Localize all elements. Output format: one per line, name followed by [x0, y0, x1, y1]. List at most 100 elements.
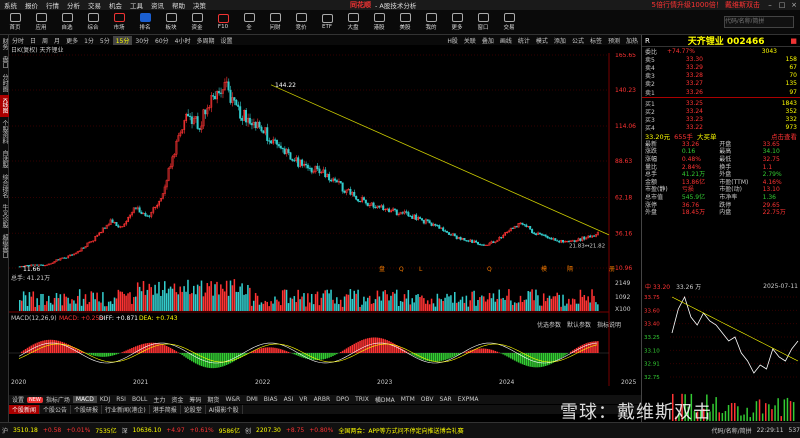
chart-tool-button[interactable]: 标签	[587, 36, 605, 45]
toolbar-button[interactable]: 板块	[160, 12, 182, 32]
menu-item[interactable]: 机会	[105, 0, 126, 10]
menu-item[interactable]: 工具	[126, 0, 147, 10]
indicator-tab[interactable]: 资金	[168, 395, 186, 404]
menu-item[interactable]: 系统	[0, 0, 21, 10]
toolbar-button[interactable]: 资金	[186, 12, 208, 32]
toolbar-button[interactable]: 港股	[368, 12, 390, 32]
indicator-tab[interactable]: ASI	[281, 396, 297, 403]
menu-item[interactable]: 交易	[84, 0, 105, 10]
period-tab[interactable]: 日	[27, 36, 39, 45]
summary-note[interactable]: 点击查看	[771, 131, 797, 141]
indicator-tab[interactable]: DPO	[333, 396, 352, 403]
chart-tool-button[interactable]: 关联	[461, 36, 479, 45]
indicator-tab[interactable]: BOLL	[129, 396, 150, 403]
menu-item[interactable]: 报价	[21, 0, 42, 10]
promo-link[interactable]: 5倍行情升级1000倍！ 戴维斯双击	[652, 0, 765, 10]
chart-tool-button[interactable]: 添加	[551, 36, 569, 45]
macd-control-button[interactable]: 指标说明	[597, 321, 621, 329]
search-input[interactable]	[724, 16, 794, 28]
left-nav-item[interactable]: 个股资料	[0, 117, 9, 147]
indicator-tab[interactable]: RSI	[113, 396, 129, 403]
menu-item[interactable]: 帮助	[168, 0, 189, 10]
toolbar-button[interactable]: 更多	[446, 12, 468, 32]
news-tab[interactable]: 个股新闻	[9, 405, 41, 414]
maximize-icon[interactable]: □	[776, 1, 788, 9]
left-nav-item[interactable]: 盘口	[0, 53, 9, 71]
toolbar-button[interactable]: 自选	[56, 12, 78, 32]
left-nav-item[interactable]: 超级盘口	[0, 231, 9, 261]
news-tab[interactable]: 港手简报	[150, 405, 181, 414]
close-icon[interactable]: ×	[788, 1, 800, 9]
period-tab[interactable]: 4小时	[172, 36, 194, 45]
chart-tool-button[interactable]: 画线	[497, 36, 515, 45]
menu-item[interactable]: 分析	[63, 0, 84, 10]
indicator-tab[interactable]: 主力	[150, 395, 168, 404]
indicator-tab[interactable]: 期货	[204, 395, 222, 404]
indicator-tab[interactable]: TRIX	[352, 396, 372, 403]
toolbar-button[interactable]: 综合	[82, 12, 104, 32]
toolbar-button[interactable]: F10	[212, 12, 234, 32]
indicator-tab[interactable]: W&R	[222, 396, 243, 403]
indicator-tab[interactable]: MACD	[72, 396, 97, 403]
toolbar-button[interactable]: 排名	[134, 12, 156, 32]
toolbar-button[interactable]: 应用	[30, 12, 52, 32]
period-tab[interactable]: 15分	[112, 35, 133, 45]
news-tab[interactable]: AI摄影个股	[206, 405, 243, 414]
news-tab[interactable]: 个股公告	[40, 405, 72, 414]
period-tab[interactable]: 设置	[218, 36, 236, 45]
indicator-tab[interactable]: 横DMA	[372, 395, 398, 404]
indicator-tab[interactable]: EXPMA	[455, 396, 482, 403]
toolbar-button[interactable]: 市场	[108, 12, 130, 32]
indicator-tab[interactable]: DMI	[243, 396, 261, 403]
toolbar-button[interactable]: 窗口	[472, 12, 494, 32]
indicator-tab[interactable]: KDJ	[97, 396, 113, 403]
left-nav-item[interactable]: 牛叉诊股	[0, 201, 9, 231]
chart-tool-button[interactable]: 叠加	[479, 36, 497, 45]
toolbar-button[interactable]: 大盘	[342, 12, 364, 32]
indicator-tab[interactable]: SAR	[437, 396, 455, 403]
period-tab[interactable]: 5分	[97, 36, 113, 45]
toolbar-button[interactable]: 竞价	[290, 12, 312, 32]
indicator-tab[interactable]: 指标广场	[43, 395, 73, 404]
period-tab[interactable]: 周	[39, 36, 51, 45]
indicator-tab[interactable]: ARBR	[311, 396, 334, 403]
indicator-tab[interactable]: 筹码	[186, 395, 204, 404]
period-tab[interactable]: 30分	[132, 36, 152, 45]
indicator-tab[interactable]: 设置	[9, 395, 27, 404]
left-nav-item[interactable]: 综合排名	[0, 171, 9, 201]
toolbar-button[interactable]: 首页	[4, 12, 26, 32]
minimize-icon[interactable]: –	[764, 1, 776, 9]
period-tab[interactable]: 更多	[63, 36, 81, 45]
news-ticker[interactable]: 全国两会：APP等方式问不停定向推送博合礼赛	[338, 426, 463, 435]
chart-tool-button[interactable]: 统计	[515, 36, 533, 45]
macd-control-button[interactable]: 优选参数	[537, 321, 561, 329]
period-tab[interactable]: 月	[51, 36, 63, 45]
indicator-tab[interactable]: MTM	[398, 396, 418, 403]
toolbar-button[interactable]: 交易	[498, 12, 520, 32]
toolbar-button[interactable]: 问财	[264, 12, 286, 32]
period-tab[interactable]: 60分	[152, 36, 172, 45]
chart-tool-button[interactable]: 预测	[605, 36, 623, 45]
chart-tool-button[interactable]: 模式	[533, 36, 551, 45]
left-nav-item[interactable]: K线图	[0, 95, 9, 117]
period-tab[interactable]: 多周期	[193, 36, 217, 45]
menu-item[interactable]: 行情	[42, 0, 63, 10]
indicator-tab[interactable]: BIAS	[261, 396, 281, 403]
left-nav-item[interactable]: 自选股	[0, 147, 9, 171]
indicator-tab[interactable]: OBV	[418, 396, 437, 403]
news-tab[interactable]: 个股研报	[71, 405, 103, 414]
toolbar-button[interactable]: ETF	[316, 12, 338, 32]
menu-item[interactable]: 资讯	[147, 0, 168, 10]
news-tab[interactable]: 行业新闻(港企)	[102, 405, 150, 414]
left-nav-item[interactable]: 分时图	[0, 71, 9, 95]
news-tab[interactable]: 论股堂	[181, 405, 206, 414]
left-nav-item[interactable]: 财务	[0, 35, 9, 53]
period-tab[interactable]: 1分	[81, 36, 97, 45]
chart-tool-button[interactable]: 公式	[569, 36, 587, 45]
macd-control-button[interactable]: 默认参数	[567, 321, 591, 329]
period-tab[interactable]: 分时	[9, 36, 27, 45]
indicator-tab[interactable]: VR	[296, 396, 310, 403]
toolbar-button[interactable]: 我的	[420, 12, 442, 32]
kline-chart[interactable]: 165.65 140.23 114.06 88.63 62.18 36.16 10.96 14…	[9, 53, 641, 386]
chart-tool-button[interactable]: H股	[444, 36, 461, 45]
